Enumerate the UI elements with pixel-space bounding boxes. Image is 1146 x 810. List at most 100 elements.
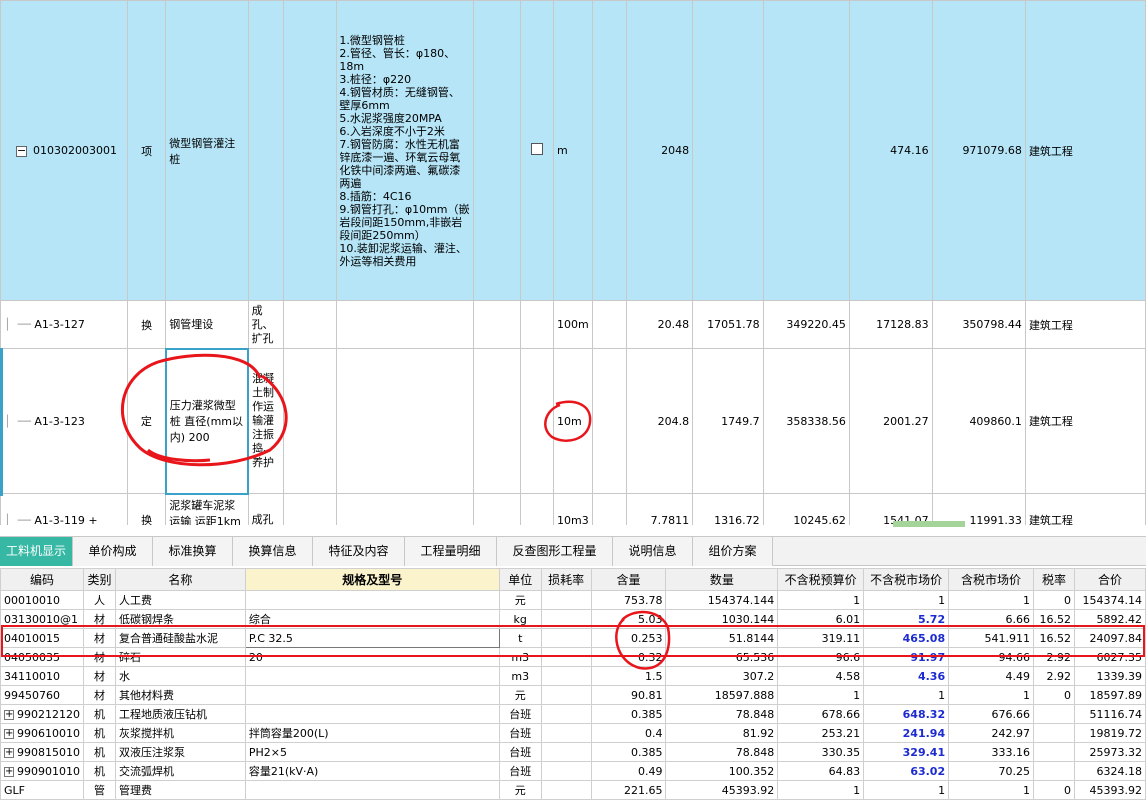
tab-features-content[interactable]: 特征及内容: [313, 537, 405, 566]
resource-name-text: 复合普通硅酸盐水泥: [118, 632, 218, 645]
resource-loss-rate: [540, 609, 592, 629]
expand-icon[interactable]: +: [4, 766, 14, 777]
bill-items-grid[interactable]: −010302003001 项 微型钢管灌注桩 1.微型钢管桩 2.管径、管长：…: [0, 0, 1146, 525]
tab-conversion-info[interactable]: 换算信息: [233, 537, 313, 566]
resource-quantity-text: 100.352: [728, 764, 775, 778]
resource-row[interactable]: 03130010@1 材低碳钢焊条 综合 kg 5.03 1030.144 6.01 5.72…: [0, 609, 1146, 629]
item-description: 1.微型钢管桩 2.管径、管长：φ180、18m 3.桩径：φ220 4.钢管材…: [336, 0, 474, 301]
resource-budget-price: 4.58: [777, 666, 865, 686]
resource-tax-market-price-text: 94.66: [998, 650, 1030, 664]
collapse-icon[interactable]: −: [16, 145, 27, 157]
resource-row[interactable]: 04050035 材碎石 20 m3 0.32 65.536 96.6 91.97 94.66 2…: [0, 647, 1146, 667]
resource-spec-text: 拌筒容量200(L): [248, 727, 329, 740]
resource-code-text: 34110010: [4, 669, 60, 683]
resource-code-text: 04050035: [4, 650, 60, 664]
expand-icon[interactable]: +: [4, 747, 14, 758]
col-loss-rate[interactable]: 损耗率: [540, 568, 592, 591]
splitter-handle[interactable]: [893, 521, 965, 527]
resource-row[interactable]: +990901010 机交流弧焊机 容量21(kV·A) 台班 0.49 100.352 6…: [0, 761, 1146, 781]
resource-grid[interactable]: 编码 类别 名称 规格及型号 单位 损耗率 含量 数量 不含税预算价 不含税市场…: [0, 568, 1146, 800]
resource-row[interactable]: 99450760 材其他材料费 元 90.81 18597.888 1 1 1 0 18597.8…: [0, 685, 1146, 705]
col-content[interactable]: 含量: [590, 568, 667, 591]
tab-standard-conversion[interactable]: 标准换算: [153, 537, 233, 566]
resource-market-price: 1: [863, 780, 950, 800]
tab-unit-price-composition[interactable]: 单价构成: [73, 537, 153, 566]
resource-spec[interactable]: 容量21(kV·A): [244, 761, 500, 781]
resource-spec[interactable]: 拌筒容量200(L): [244, 723, 500, 743]
resource-type-text: 机: [93, 765, 105, 778]
resource-tax-rate: 16.52: [1032, 609, 1075, 629]
resource-spec[interactable]: 综合: [244, 609, 500, 629]
resource-tax-market-price-text: 541.911: [984, 631, 1030, 645]
tab-quantity-details[interactable]: 工程量明细: [405, 537, 497, 566]
quota-unit-price: 1316.72: [692, 493, 764, 525]
tab-reverse-lookup[interactable]: 反查图形工程量: [497, 537, 613, 566]
resource-row[interactable]: +990815010 机双液压注浆泵 PH2×5 台班 0.385 78.848 330.3…: [0, 742, 1146, 762]
resource-spec[interactable]: [244, 666, 500, 686]
resource-code-text: 990901010: [17, 764, 80, 778]
resource-name: 工程地质液压钻机: [114, 704, 246, 724]
quota-name-selected[interactable]: 压力灌浆微型桩 直径(mm以内) 200: [164, 347, 250, 495]
quota-code: A1-3-127: [34, 318, 85, 331]
resource-spec[interactable]: [244, 590, 500, 610]
resource-unit: 元: [498, 590, 542, 610]
col-spec[interactable]: 规格及型号: [244, 568, 500, 591]
resource-row[interactable]: 04010015 材复合普通硅酸盐水泥 P.C 32.5 t 0.253 51.8144 3…: [0, 628, 1146, 648]
resource-row[interactable]: +990610010 机灰浆搅拌机 拌筒容量200(L) 台班 0.4 81.92 253.…: [0, 723, 1146, 743]
col-type[interactable]: 类别: [83, 568, 116, 591]
resource-spec[interactable]: PH2×5: [244, 742, 500, 762]
resource-budget-price: 253.21: [777, 723, 865, 743]
resource-row[interactable]: GLF 管管理费 元 221.65 45393.92 1 1 1 0 45393.92: [0, 780, 1146, 800]
resource-spec[interactable]: [244, 685, 500, 705]
tab-pricing-plan[interactable]: 组价方案: [693, 537, 773, 566]
quota-row[interactable]: │ ── A1-3-119 + 换 泥浆罐车泥浆运输 运距1km内 成孔 10m…: [0, 493, 1146, 525]
resource-loss-rate: [540, 590, 592, 610]
resource-quantity: 100.352: [665, 761, 779, 781]
col-tax-market-price[interactable]: 含税市场价: [948, 568, 1034, 591]
col-total[interactable]: 合价: [1073, 568, 1146, 591]
tab-resource-display[interactable]: 工料机显示: [0, 537, 73, 566]
resource-spec[interactable]: 20: [244, 647, 500, 667]
resource-spec[interactable]: [244, 704, 500, 724]
col-market-price[interactable]: 不含税市场价: [863, 568, 950, 591]
resource-content-text: 221.65: [623, 783, 663, 797]
quota-row[interactable]: │ ── A1-3-127 换 钢管埋设 成孔、扩孔 100m 20.48 17…: [0, 300, 1146, 349]
col-name[interactable]: 名称: [114, 568, 246, 591]
resource-row[interactable]: 00010010 人人工费 元 753.78 154374.144 1 1 1 0 154374.…: [0, 590, 1146, 610]
resource-content: 0.253: [590, 628, 667, 648]
resource-market-price-text: 648.32: [902, 707, 946, 721]
tab-description[interactable]: 说明信息: [613, 537, 693, 566]
bill-item-row[interactable]: −010302003001 项 微型钢管灌注桩 1.微型钢管桩 2.管径、管长：…: [0, 0, 1146, 301]
resource-quantity: 45393.92: [665, 780, 779, 800]
resource-row[interactable]: +990212120 机工程地质液压钻机 台班 0.385 78.848 678.66 64…: [0, 704, 1146, 724]
resource-market-price-text: 241.94: [902, 726, 946, 740]
resource-market-price: 1: [863, 590, 950, 610]
resource-code: 03130010@1: [0, 609, 84, 629]
resource-code-text: 990610010: [17, 726, 80, 740]
col-unit[interactable]: 单位: [498, 568, 542, 591]
resource-name: 管理费: [114, 780, 246, 800]
expand-icon[interactable]: +: [4, 728, 14, 739]
resource-content: 5.03: [590, 609, 667, 629]
col-quantity[interactable]: 数量: [665, 568, 779, 591]
resource-market-price: 4.36: [863, 666, 950, 686]
resource-name: 其他材料费: [114, 685, 246, 705]
quota-row[interactable]: │ ── A1-3-123 定 压力灌浆微型桩 直径(mm以内) 200 混凝土…: [0, 347, 1146, 495]
resource-unit-text: 元: [514, 594, 526, 607]
resource-tax-rate: 0: [1032, 685, 1075, 705]
resource-unit: 元: [498, 685, 542, 705]
resource-spec[interactable]: P.C 32.5: [244, 628, 500, 648]
col-code[interactable]: 编码: [0, 568, 84, 591]
expand-icon[interactable]: +: [4, 709, 14, 720]
resource-quantity-text: 154374.144: [707, 593, 775, 607]
quota-unit: 10m3: [553, 493, 593, 525]
resource-content-text: 753.78: [623, 593, 663, 607]
col-tax-rate[interactable]: 税率: [1032, 568, 1075, 591]
resource-tax-rate-text: 2.92: [1046, 669, 1071, 683]
col-budget-price[interactable]: 不含税预算价: [777, 568, 865, 591]
resource-row[interactable]: 34110010 材水 m3 1.5 307.2 4.58 4.36 4.49 2.92 1339…: [0, 666, 1146, 686]
resource-content-text: 0.4: [644, 726, 663, 740]
item-checkbox[interactable]: [531, 143, 543, 155]
resource-spec[interactable]: [244, 780, 500, 800]
resource-unit-text: 台班: [509, 746, 532, 759]
